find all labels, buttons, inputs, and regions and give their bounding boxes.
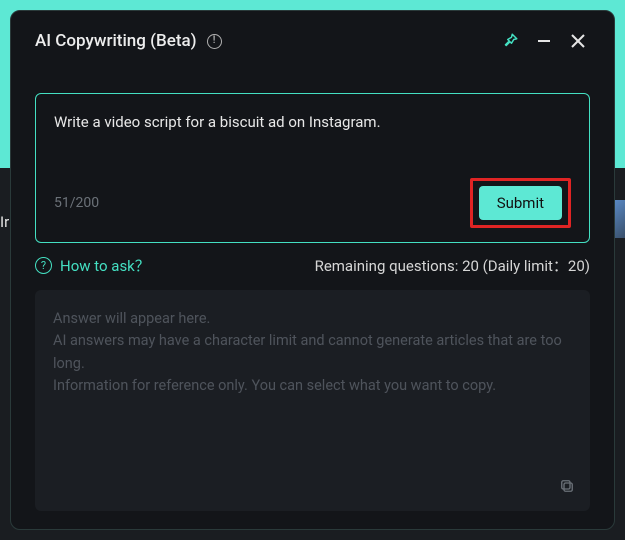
prompt-input[interactable]: Write a video script for a biscuit ad on… bbox=[54, 112, 571, 142]
character-count: 51/200 bbox=[54, 195, 99, 211]
pin-icon[interactable] bbox=[498, 29, 522, 53]
answer-line: Information for reference only. You can … bbox=[53, 375, 572, 397]
answer-line: AI answers may have a character limit an… bbox=[53, 330, 572, 375]
how-to-ask-link[interactable]: ? How to ask？ bbox=[35, 255, 150, 276]
answer-output-container: Answer will appear here. AI answers may … bbox=[35, 290, 590, 511]
ai-copywriting-modal: AI Copywriting (Beta) ! Write a video sc… bbox=[10, 10, 615, 530]
how-to-ask-label: How to ask？ bbox=[60, 255, 150, 276]
copy-icon[interactable] bbox=[558, 477, 576, 499]
title-bar: AI Copywriting (Beta) ! bbox=[35, 29, 590, 53]
page-title: AI Copywriting (Beta) bbox=[35, 31, 197, 51]
submit-button[interactable]: Submit bbox=[479, 186, 562, 220]
input-footer: 51/200 Submit bbox=[54, 178, 571, 228]
close-button[interactable] bbox=[566, 29, 590, 53]
info-icon[interactable]: ! bbox=[207, 34, 222, 49]
submit-highlight: Submit bbox=[470, 178, 571, 228]
remaining-questions: Remaining questions: 20 (Daily limit：20) bbox=[315, 255, 590, 276]
answer-placeholder: Answer will appear here. AI answers may … bbox=[53, 308, 572, 398]
meta-row: ? How to ask？ Remaining questions: 20 (D… bbox=[35, 255, 590, 276]
minimize-button[interactable] bbox=[532, 29, 556, 53]
question-icon: ? bbox=[35, 257, 52, 274]
background-cutoff-text: Ir bbox=[0, 213, 9, 231]
prompt-input-container: Write a video script for a biscuit ad on… bbox=[35, 93, 590, 243]
answer-line: Answer will appear here. bbox=[53, 308, 572, 330]
